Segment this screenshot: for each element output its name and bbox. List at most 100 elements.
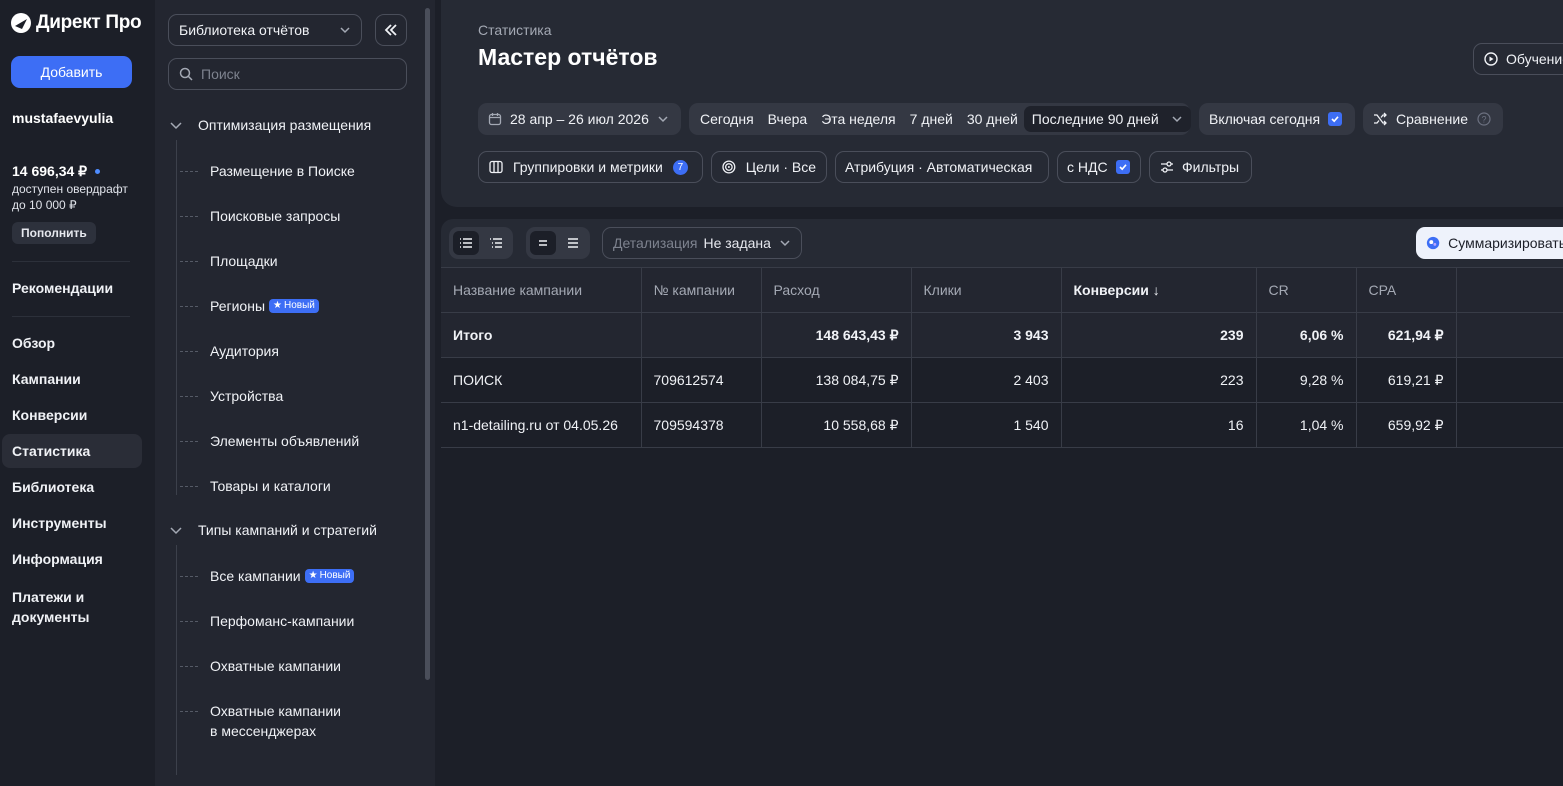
report-item-label: Перфоманс-кампании [210,613,355,629]
period-today[interactable]: Сегодня [700,111,754,127]
breadcrumb[interactable]: Статистика [478,22,552,38]
nav-divider [12,316,130,317]
table-total-row: Итого 148 643,43 ₽ 3 943 239 6,06 % 621,… [441,312,1563,358]
detail-label: Детализация [613,235,698,251]
nav-item-statistics[interactable]: Статистика [12,443,90,459]
cell-empty [1456,357,1563,403]
search-input[interactable] [201,66,391,82]
cell-spend: 138 084,75 ₽ [761,357,912,403]
col-cpa[interactable]: CPA [1356,267,1457,313]
attribution-button[interactable]: Атрибуция · Автоматическая [835,151,1049,183]
play-circle-icon [1484,52,1498,66]
report-item[interactable]: Площадки [180,251,278,271]
cell-conversions: 16 [1061,402,1257,448]
account-username[interactable]: mustafaevyulia [12,110,113,126]
report-item[interactable]: Товары и каталоги [180,476,331,496]
report-item-label: Устройства [210,388,284,404]
report-item[interactable]: Размещение в Поиске [180,161,355,181]
report-item[interactable]: Охватные кампании [180,656,341,676]
detail-dropdown[interactable]: Детализация Не задана [602,227,802,259]
col-spend[interactable]: Расход [761,267,912,313]
groupings-metrics-button[interactable]: Группировки и метрики 7 [478,151,703,183]
nav-item-library[interactable]: Библиотека [12,479,94,495]
app-logo[interactable]: Директ Про [10,12,142,34]
nav-item-overview[interactable]: Обзор [12,335,55,351]
report-item-label: Площадки [210,253,278,269]
include-today-toggle[interactable]: Включая сегодня [1199,103,1355,135]
group-title-label: Оптимизация размещения [198,117,372,133]
nav-item-payments[interactable]: Платежи и документы [12,587,89,627]
period-yesterday[interactable]: Вчера [768,111,808,127]
report-item[interactable]: Аудитория [180,341,279,361]
cell-conversions: 239 [1061,312,1257,358]
nav-item-conversions[interactable]: Конверсии [12,407,87,423]
nav-item-campaigns[interactable]: Кампании [12,371,81,387]
compact-rows-icon [539,240,547,246]
calendar-icon [488,113,502,126]
library-search[interactable] [168,58,407,90]
nav-divider [12,261,130,262]
chevron-down-icon [340,27,350,34]
account-balance: 14 696,34 ₽ [12,163,101,180]
tree-view-button[interactable] [483,231,509,255]
report-item[interactable]: Регионы ★ Новый [180,296,319,316]
report-item[interactable]: Перфоманс-кампании [180,611,354,631]
period-30-days[interactable]: 30 дней [967,111,1018,127]
balance-indicator-icon [95,169,101,174]
report-item[interactable]: Устройства [180,386,283,406]
tree-line [176,140,177,495]
list-view-button[interactable] [453,231,479,255]
goals-button[interactable]: Цели · Все [711,151,827,183]
nav-item-recommendations[interactable]: Рекомендации [12,280,113,296]
period-selected-dropdown[interactable]: Последние 90 дней [1023,106,1191,132]
col-campaign-name[interactable]: Название кампании [441,267,642,313]
date-range-value: 28 апр – 26 июл 2026 [510,111,649,127]
report-item-label: Элементы объявлений [210,433,360,449]
comparison-button[interactable]: Сравнение ? [1363,103,1503,135]
report-item[interactable]: Элементы объявлений [180,431,359,451]
group-optimization[interactable]: Оптимизация размещения [168,117,371,133]
cell-name[interactable]: ПОИСК [441,357,642,403]
col-campaign-id[interactable]: № кампании [641,267,762,313]
report-item-label: Аудитория [210,343,279,359]
regular-density-button[interactable] [560,231,586,255]
topup-button[interactable]: Пополнить [12,222,96,244]
period-7-days[interactable]: 7 дней [910,111,953,127]
cell-conversions: 223 [1061,357,1257,403]
nav-item-information[interactable]: Информация [12,551,103,567]
report-item[interactable]: Поисковые запросы [180,206,340,226]
direct-logo-icon [11,13,31,33]
period-this-week[interactable]: Эта неделя [821,111,895,127]
page-title: Мастер отчётов [478,44,658,70]
report-item[interactable]: Охватные кампании в мессенджерах [180,701,341,741]
learn-label: Обучение [1506,51,1563,67]
nav-item-tools[interactable]: Инструменты [12,515,107,531]
filters-button[interactable]: Фильтры [1149,151,1252,183]
col-clicks[interactable]: Клики [911,267,1062,313]
add-button[interactable]: Добавить [11,56,132,88]
help-icon[interactable]: ? [1477,112,1491,126]
shuffle-icon [1374,112,1387,126]
panel-scrollbar[interactable] [425,8,430,680]
vat-toggle[interactable]: с НДС [1057,151,1141,183]
date-range-picker[interactable]: 28 апр – 26 июл 2026 [478,103,681,135]
col-cr[interactable]: CR [1256,267,1357,313]
cell-clicks: 1 540 [911,402,1062,448]
library-select[interactable]: Библиотека отчётов [168,14,362,46]
table-row[interactable]: ПОИСК 709612574 138 084,75 ₽ 2 403 223 9… [441,357,1563,403]
collapse-panel-button[interactable] [375,14,407,46]
cell-name[interactable]: n1-detailing.ru от 04.05.26 [441,402,642,448]
cell-empty [1456,402,1563,448]
double-chevron-left-icon [384,24,397,36]
report-item[interactable]: Все кампании ★ Новый [180,566,355,586]
summarize-button[interactable]: Суммаризировать [1416,227,1563,259]
compact-density-button[interactable] [530,231,556,255]
learn-button[interactable]: Обучение [1473,43,1563,75]
group-campaign-types[interactable]: Типы кампаний и стратегий [168,522,377,538]
col-conversions-sorted[interactable]: Конверсии ↓ [1061,267,1257,313]
chevron-down-icon [658,116,668,123]
overdraft-note: доступен овердрафт до 10 000 ₽ [12,181,142,213]
period-selector: Сегодня Вчера Эта неделя 7 дней 30 дней … [689,103,1191,135]
cell-name: Итого [441,312,642,358]
table-row[interactable]: n1-detailing.ru от 04.05.26 709594378 10… [441,402,1563,448]
